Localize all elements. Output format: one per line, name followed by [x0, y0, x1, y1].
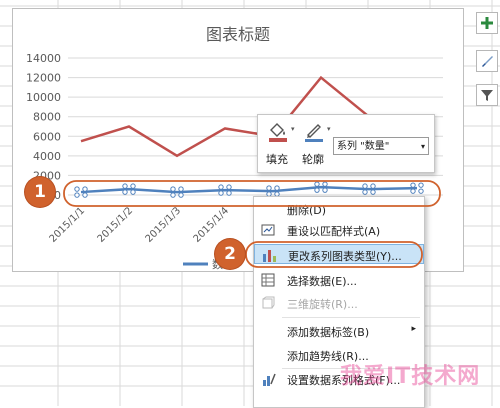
- fill-label: 填充: [266, 153, 288, 166]
- series-select[interactable]: 系列 "数量" ▾: [333, 137, 429, 155]
- menu-item-select-data[interactable]: 选择数据(E)...: [254, 270, 424, 290]
- selection-handle[interactable]: [322, 187, 328, 193]
- watermark: 我爱IT技术网: [340, 364, 481, 389]
- x-tick-label: 2015/1/1: [48, 205, 88, 245]
- selection-handle[interactable]: [170, 192, 176, 198]
- selection-handle[interactable]: [82, 186, 88, 192]
- selection-handle[interactable]: [322, 181, 328, 187]
- menu-item-3d-rotation[interactable]: 三维旋转(R)...: [254, 293, 424, 313]
- menu-item-add-data-labels[interactable]: 添加数据标签(B) ▸: [254, 321, 424, 341]
- selection-handle[interactable]: [410, 188, 416, 194]
- x-tick-label: 2015/1/3: [144, 205, 184, 245]
- selection-handle[interactable]: [274, 185, 280, 191]
- chart-elements-button[interactable]: [476, 12, 498, 34]
- menu-item-label: 添加数据标签(B): [287, 326, 370, 339]
- selection-handle[interactable]: [74, 192, 80, 198]
- selection-handle[interactable]: [218, 190, 224, 196]
- selection-handle[interactable]: [130, 183, 136, 189]
- selection-handle[interactable]: [226, 190, 232, 196]
- selection-handle[interactable]: [74, 186, 80, 192]
- y-tick-label: 0: [54, 189, 61, 202]
- brush-icon: [482, 56, 493, 67]
- menu-item-label: 更改系列图表类型(Y)...: [288, 250, 402, 263]
- y-tick-label: 4000: [33, 150, 61, 163]
- outline-label: 轮廓: [302, 153, 324, 166]
- reset-style-icon: [261, 224, 275, 236]
- selection-handle[interactable]: [362, 183, 368, 189]
- menu-item-label: 重设以匹配样式(A): [287, 225, 381, 238]
- menu-item-delete[interactable]: 删除(D): [254, 199, 424, 219]
- menu-item-label: 删除(D): [287, 204, 327, 217]
- selection-handle[interactable]: [122, 189, 128, 195]
- submenu-arrow-icon: ▸: [411, 324, 416, 334]
- selection-handle[interactable]: [314, 187, 320, 193]
- 3d-rotation-icon: [262, 296, 275, 309]
- menu-item-change-chart-type[interactable]: 更改系列图表类型(Y)...: [254, 244, 424, 264]
- outline-button[interactable]: [302, 120, 326, 144]
- chart-styles-button[interactable]: [476, 50, 498, 72]
- selection-handle[interactable]: [178, 192, 184, 198]
- y-tick-label: 6000: [33, 130, 61, 143]
- y-tick-label: 8000: [33, 111, 61, 124]
- paint-bucket-icon: [269, 123, 287, 142]
- select-data-icon: [261, 273, 275, 287]
- selection-handle[interactable]: [266, 185, 272, 191]
- selection-handle[interactable]: [130, 189, 136, 195]
- selection-handle[interactable]: [370, 189, 376, 195]
- filter-icon: [481, 90, 493, 101]
- pen-icon: [305, 124, 323, 142]
- selection-handle[interactable]: [418, 188, 424, 194]
- x-tick-label: 2015/1/2: [96, 205, 136, 245]
- fill-dropdown-arrow[interactable]: ▾: [291, 125, 295, 133]
- outline-dropdown-arrow[interactable]: ▾: [327, 125, 331, 133]
- menu-item-label: 选择数据(E)...: [287, 275, 358, 288]
- menu-separator: [282, 317, 420, 318]
- selection-handle[interactable]: [410, 182, 416, 188]
- plus-icon: [481, 17, 493, 29]
- format-mini-toolbar: ▾ 填充 ▾ 轮廓 系列 "数量" ▾: [257, 114, 435, 173]
- selection-handle[interactable]: [82, 192, 88, 198]
- step-badge-1: 1: [25, 177, 55, 207]
- selection-handle[interactable]: [226, 184, 232, 190]
- selection-handle[interactable]: [362, 189, 368, 195]
- selection-handle[interactable]: [218, 184, 224, 190]
- menu-item-reset-style[interactable]: 重设以匹配样式(A): [254, 220, 424, 240]
- selection-handle[interactable]: [314, 181, 320, 187]
- selection-handle[interactable]: [170, 186, 176, 192]
- series-select-value: 系列 "数量": [337, 141, 390, 152]
- fill-button[interactable]: [266, 120, 290, 144]
- selection-handle[interactable]: [122, 183, 128, 189]
- selection-handle[interactable]: [370, 183, 376, 189]
- selection-handle[interactable]: [178, 186, 184, 192]
- format-series-icon: [263, 373, 276, 386]
- y-tick-label: 14000: [26, 52, 61, 65]
- chevron-down-icon: ▾: [420, 142, 425, 151]
- selection-handle[interactable]: [418, 182, 424, 188]
- menu-item-label: 三维旋转(R)...: [287, 298, 358, 311]
- step-badge-2: 2: [215, 239, 245, 269]
- y-tick-label: 10000: [26, 91, 61, 104]
- y-tick-label: 12000: [26, 72, 61, 85]
- chart-filters-button[interactable]: [476, 84, 498, 106]
- chart-type-icon: [263, 250, 276, 262]
